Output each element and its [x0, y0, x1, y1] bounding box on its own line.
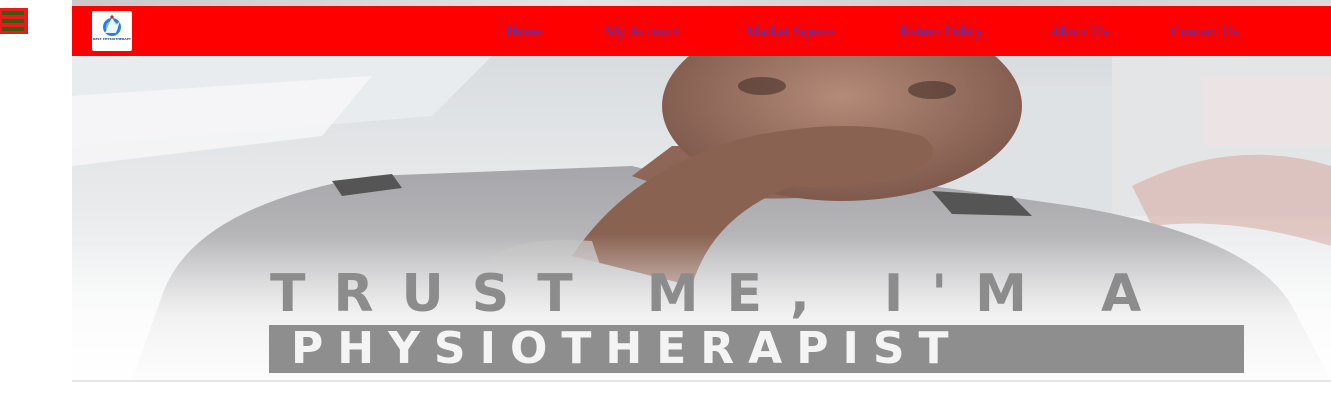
- logo-text: REST PHYSIOTHERAPY: [93, 37, 131, 41]
- hero-headline-line1: TRUST ME, I'M A: [270, 264, 1170, 324]
- hero-banner: TRUST ME, I'M A PHYSIOTHERAPIST: [72, 56, 1331, 380]
- physiotherapy-logo-icon: [103, 15, 121, 36]
- nav-link-my-account[interactable]: My Account: [605, 23, 680, 41]
- nav-link-home[interactable]: Home: [506, 23, 543, 41]
- page: REST PHYSIOTHERAPY Home My Account Marke…: [0, 0, 1331, 401]
- nav-link-market-square[interactable]: Market Square: [746, 23, 835, 41]
- hamburger-menu-icon[interactable]: [0, 8, 28, 34]
- divider: [72, 380, 1331, 382]
- site-logo[interactable]: REST PHYSIOTHERAPY: [92, 11, 132, 51]
- hamburger-bar: [2, 27, 24, 31]
- hero-headline-line2: PHYSIOTHERAPIST: [291, 323, 963, 374]
- nav-link-return-policy[interactable]: Return Policy: [900, 23, 983, 41]
- hamburger-bar: [2, 19, 24, 23]
- navbar: REST PHYSIOTHERAPY Home My Account Marke…: [72, 6, 1331, 56]
- hamburger-bar: [2, 11, 24, 15]
- nav-link-about-us[interactable]: About Us: [1050, 23, 1108, 41]
- hero-headline-box: PHYSIOTHERAPIST: [269, 325, 1244, 373]
- nav-link-contact-us[interactable]: Contact Us: [1171, 23, 1238, 41]
